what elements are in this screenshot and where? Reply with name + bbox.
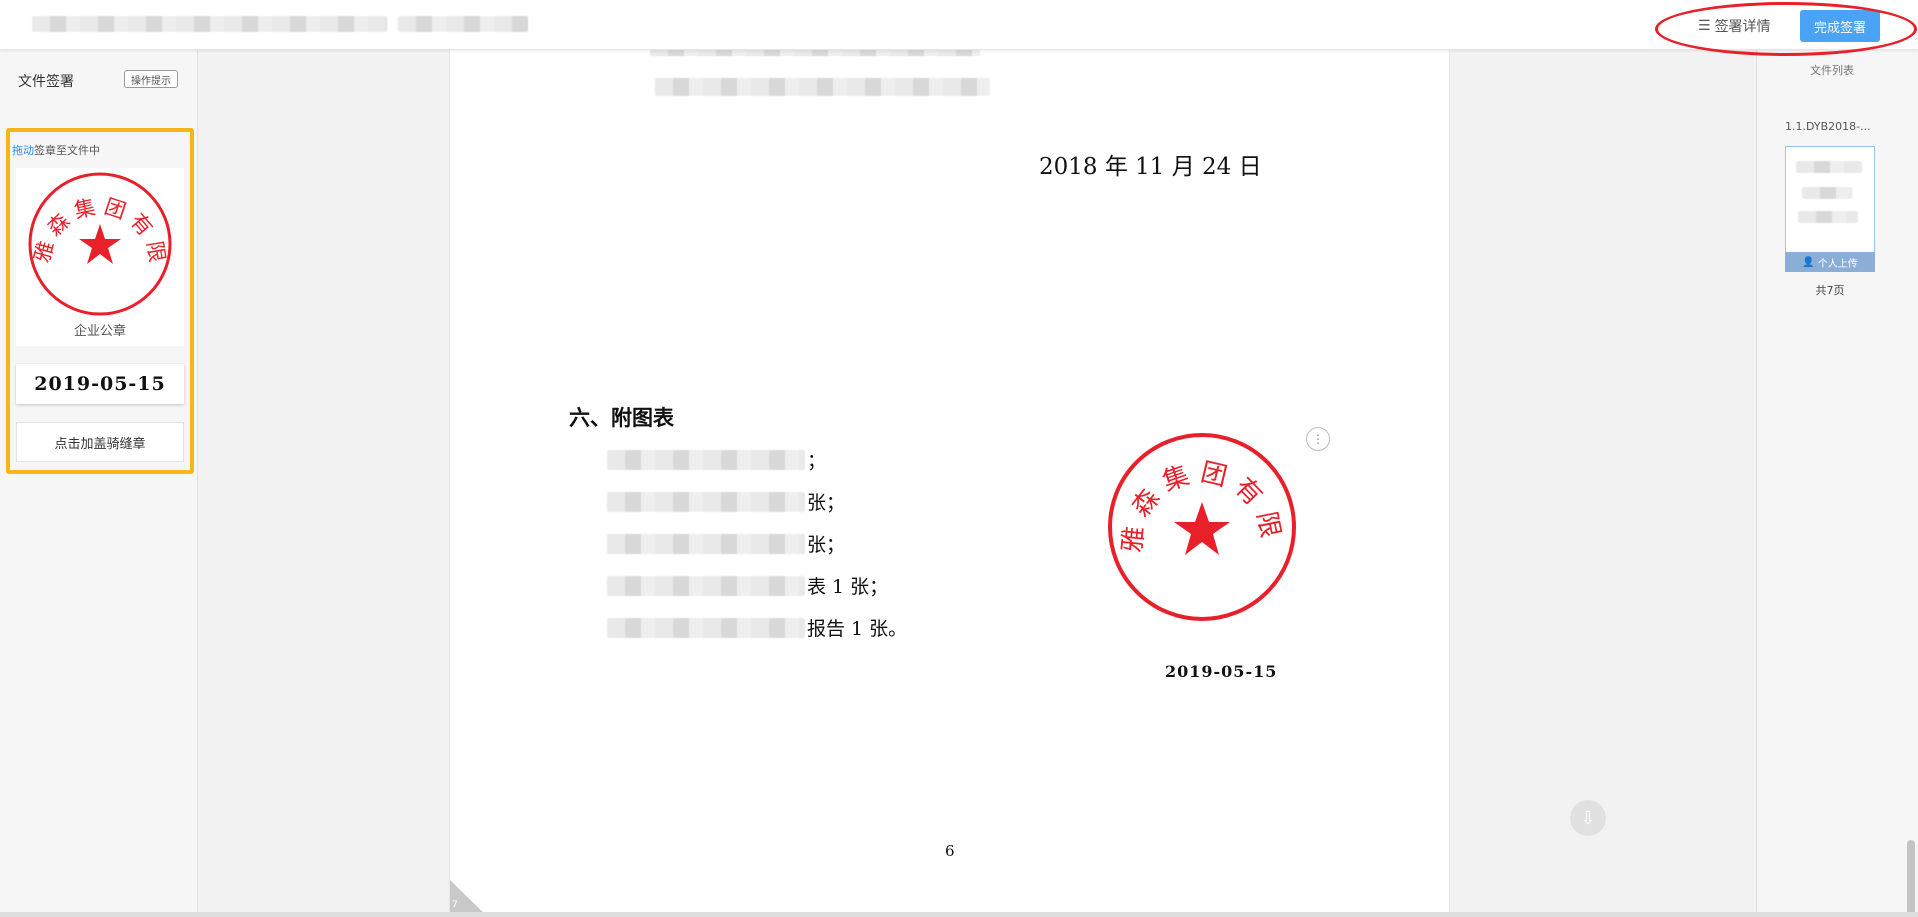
operation-tip-button[interactable]: 操作提示 [124, 70, 178, 88]
user-icon: 👤 [1802, 256, 1818, 268]
bottom-border [0, 912, 1918, 917]
page-number: 6 [945, 842, 955, 860]
left-panel: 文件签署 操作提示 拖动签章至文件中 雅森集团有限公司 企业公章 2019-05… [0, 50, 198, 917]
placed-company-seal[interactable]: 雅森集团有限公司 [1103, 428, 1301, 626]
stamp-options-icon[interactable]: ⋮ [1306, 427, 1330, 451]
enterprise-seal-card[interactable]: 雅森集团有限公司 企业公章 [3, 149, 184, 346]
blurred-thumb [1796, 161, 1862, 173]
list-item-text: 张； [807, 492, 846, 514]
page-count: 共7页 [1815, 284, 1845, 297]
company-seal-icon: 雅森集团有限公司 [3, 149, 172, 316]
corner-page-number: 7 [452, 900, 458, 910]
blurred-text [607, 491, 805, 512]
blurred-text [607, 449, 805, 470]
cross-page-seal-button[interactable]: 点击加盖骑缝章 [16, 422, 184, 462]
blurred-title [32, 16, 387, 32]
drag-hint: 拖动签章至文件中 [12, 142, 100, 158]
upload-label: 个人上传 [1817, 258, 1858, 270]
document-date: 2018 年 11 月 24 日 [1039, 154, 1262, 180]
date-stamp-card[interactable]: 2019-05-15 [16, 364, 184, 404]
list-item: 张； [607, 530, 845, 557]
list-item-text: 张； [807, 534, 846, 556]
scrollbar[interactable] [1907, 840, 1915, 916]
list-item-text: ； [807, 450, 827, 472]
blurred-text [607, 533, 805, 554]
section-title: 六、附图表 [569, 405, 674, 430]
blurred-line-2 [655, 78, 990, 96]
top-bar: ☰ 签署详情 完成签署 [0, 0, 1918, 50]
seal-selection-box: 拖动签章至文件中 雅森集团有限公司 企业公章 2019-05-15 点击加盖骑缝… [3, 128, 194, 474]
file-list-title: 文件列表 [1810, 64, 1854, 77]
blurred-text [607, 575, 805, 596]
seal-name-label: 企业公章 [73, 324, 126, 339]
list-item-text: 报告 1 张。 [807, 618, 908, 640]
personal-upload-button[interactable]: 👤 个人上传 [1785, 252, 1875, 272]
drag-hint-prefix: 拖动 [12, 144, 34, 157]
list-item: 表 1 张； [607, 572, 888, 599]
file-name[interactable]: 1.1.DYB2018-... [1785, 120, 1871, 133]
list-item: 报告 1 张。 [607, 614, 907, 641]
list-icon: ☰ [1698, 18, 1711, 34]
drag-hint-suffix: 签章至文件中 [34, 144, 100, 157]
sign-detail-link[interactable]: ☰ 签署详情 [1698, 16, 1771, 36]
blurred-text [607, 617, 805, 638]
blurred-thumb [1798, 211, 1858, 223]
sign-detail-label: 签署详情 [1714, 19, 1771, 35]
placed-date-stamp[interactable]: 2019-05-15 [1165, 662, 1277, 681]
blurred-thumb [1802, 187, 1852, 199]
right-panel: 文件列表 1.1.DYB2018-... 👤 个人上传 共7页 [1756, 50, 1918, 917]
list-item: 张； [607, 488, 845, 515]
list-item-text: 表 1 张； [807, 576, 889, 598]
blurred-title-2 [398, 16, 528, 32]
finish-sign-button[interactable]: 完成签署 [1800, 10, 1880, 42]
download-icon[interactable]: ⇩ [1570, 800, 1606, 836]
panel-title: 文件签署 [18, 74, 74, 90]
list-item: ； [607, 446, 826, 473]
